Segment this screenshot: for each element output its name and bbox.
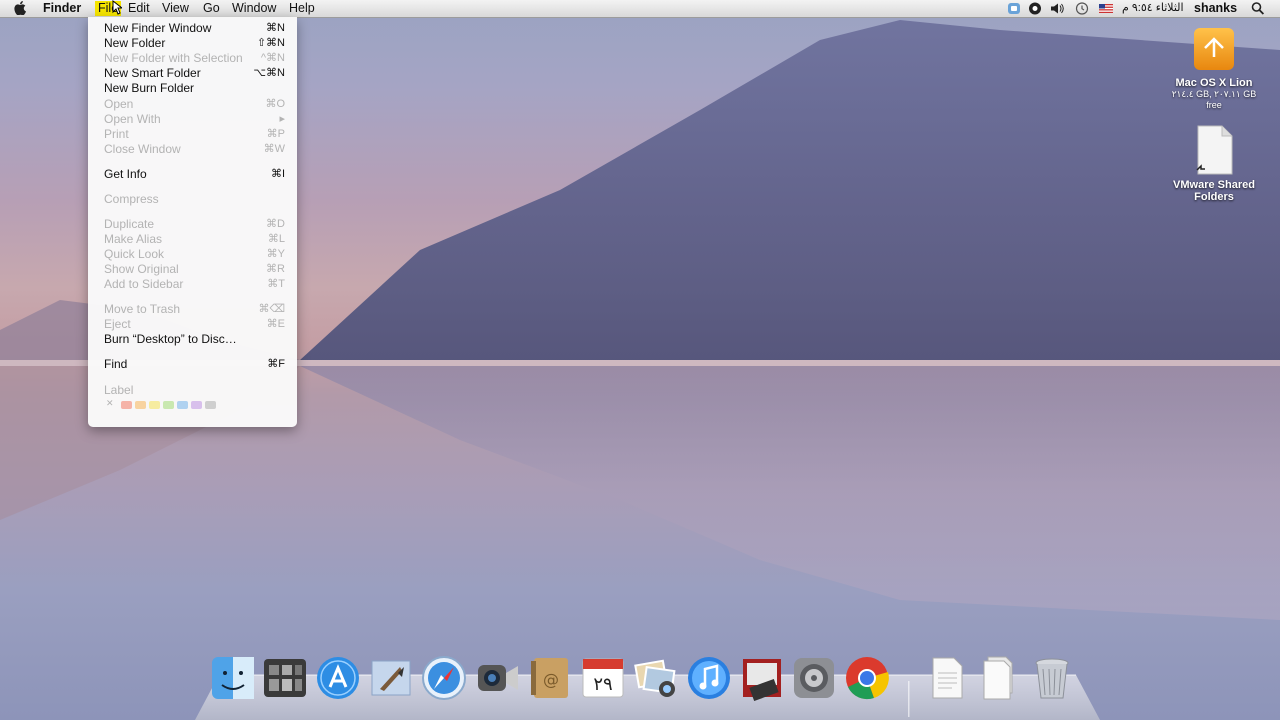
chrome-icon[interactable]: [844, 655, 890, 701]
menu-item-make-alias: Make Alias ⌘L: [104, 232, 285, 246]
document-alias-icon: [1196, 125, 1233, 175]
menu-item-eject: Eject ⌘E: [104, 317, 285, 331]
time-machine-icon[interactable]: [1075, 2, 1089, 15]
photo-slideshow-icon[interactable]: [739, 655, 785, 701]
menu-item-new-finder-window[interactable]: New Finder Window ⌘N: [104, 21, 285, 36]
menu-item-close-window: Close Window ⌘W: [104, 142, 285, 156]
desktop-icon-disk[interactable]: Mac OS X Lion ٢١٤.٤ GB, ٢٠٧.١١ GB free: [1164, 24, 1264, 110]
label-swatch-orange: [135, 401, 146, 409]
desktop-icon-vmware-label: VMware Shared Folders: [1173, 179, 1255, 203]
label-swatch-blue: [177, 401, 188, 409]
menu-view[interactable]: View: [162, 1, 189, 16]
vmware-icon[interactable]: [1007, 2, 1021, 15]
desktop-icon-vmware-shared[interactable]: VMware Shared Folders: [1164, 124, 1264, 203]
label-swatch-gray: [205, 401, 216, 409]
spotlight-icon[interactable]: [1251, 2, 1265, 15]
desktop-icon-disk-label: Mac OS X Lion: [1175, 77, 1253, 89]
desktop-icon-disk-info: ٢١٤.٤ GB, ٢٠٧.١١ GB free: [1171, 89, 1257, 110]
apple-menu[interactable]: [14, 1, 28, 16]
menu-window[interactable]: Window: [232, 1, 276, 16]
menu-item-add-to-sidebar: Add to Sidebar ⌘T: [104, 277, 285, 291]
itunes-icon[interactable]: [686, 655, 732, 701]
menu-item-new-burn-folder[interactable]: New Burn Folder: [104, 81, 285, 96]
menu-item-new-folder-with-selection: New Folder with Selection ^⌘N: [104, 51, 285, 65]
finder-icon[interactable]: [210, 655, 256, 701]
photo-booth-icon[interactable]: [633, 655, 679, 701]
menu-item-duplicate: Duplicate ⌘D: [104, 217, 285, 231]
address-book-icon[interactable]: @: [527, 655, 573, 701]
menu-edit[interactable]: Edit: [128, 1, 150, 16]
menu-item-new-folder[interactable]: New Folder ⇧⌘N: [104, 36, 285, 51]
menu-item-open: Open ⌘O: [104, 97, 285, 111]
menu-item-move-to-trash: Move to Trash ⌘⌫: [104, 302, 285, 316]
calendar-day: ٢٩: [593, 674, 612, 695]
document-stack-icon[interactable]: [976, 655, 1022, 701]
menu-item-new-smart-folder[interactable]: New Smart Folder ⌥⌘N: [104, 66, 285, 81]
user-name[interactable]: shanks: [1194, 1, 1237, 16]
label-swatch-green: [163, 401, 174, 409]
menu-item-quick-look: Quick Look ⌘Y: [104, 247, 285, 261]
file-menu: New Finder Window ⌘N New Folder ⇧⌘N New Fo…: [88, 17, 297, 427]
mouse-cursor-icon: [112, 0, 122, 15]
menu-go[interactable]: Go: [203, 1, 220, 16]
apple-icon: [14, 1, 26, 16]
menu-bar: Finder File Edit View Go Window Help الث…: [0, 0, 1280, 18]
menu-clock[interactable]: الثلاثاء ٩:٥٤ م: [1122, 1, 1184, 16]
menu-finder[interactable]: Finder: [43, 1, 81, 16]
calendar-icon[interactable]: ٢٩: [580, 655, 626, 701]
menu-item-compress: Compress: [104, 192, 159, 206]
menu-item-get-info[interactable]: Get Info ⌘I: [104, 167, 285, 182]
volume-icon[interactable]: [1050, 2, 1064, 15]
safari-icon[interactable]: [421, 655, 467, 701]
label-swatch-red: [121, 401, 132, 409]
record-icon[interactable]: [1028, 2, 1042, 15]
system-preferences-icon[interactable]: [791, 655, 837, 701]
facetime-icon[interactable]: [474, 655, 520, 701]
menu-item-print: Print ⌘P: [104, 127, 285, 141]
menu-item-open-with: Open With ▸: [104, 112, 285, 126]
no-label-icon: ✕: [106, 398, 114, 408]
label-swatch-purple: [191, 401, 202, 409]
trash-icon[interactable]: [1029, 655, 1075, 701]
label-section-title: Label: [104, 383, 134, 397]
dashboard-icon[interactable]: [262, 655, 308, 701]
svg-text:@: @: [543, 670, 559, 689]
menu-item-burn-desktop[interactable]: Burn “Desktop” to Disc…: [104, 332, 285, 347]
menu-help[interactable]: Help: [289, 1, 315, 16]
label-swatch-yellow: [149, 401, 160, 409]
app-store-icon[interactable]: [315, 655, 361, 701]
document-icon[interactable]: [924, 655, 970, 701]
us-flag-icon[interactable]: [1099, 2, 1113, 15]
menu-item-find[interactable]: Find ⌘F: [104, 357, 285, 372]
drive-icon: [1194, 28, 1234, 70]
mail-icon[interactable]: [368, 655, 414, 701]
menu-item-show-original: Show Original ⌘R: [104, 262, 285, 276]
